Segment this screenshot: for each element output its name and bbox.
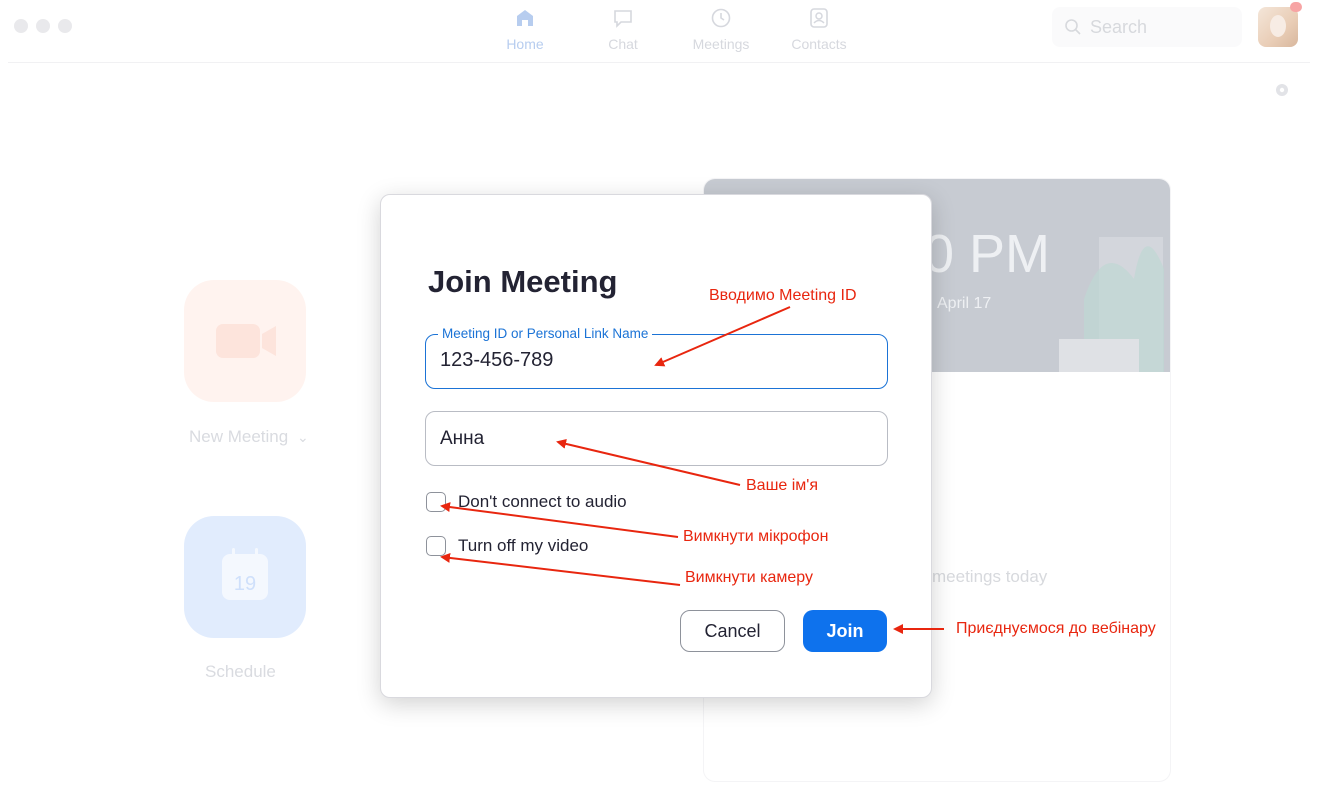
close-window-button[interactable] [14,19,28,33]
annotation-meeting-id: Вводимо Meeting ID [709,287,857,304]
tab-chat-label: Chat [608,36,638,52]
annotation-your-name: Ваше ім'я [746,477,819,494]
meeting-id-label: Meeting ID or Personal Link Name [438,326,653,341]
schedule-button[interactable]: 19 [184,516,306,638]
clock-icon [710,6,732,30]
cancel-button[interactable]: Cancel [680,610,785,652]
gear-icon[interactable] [1274,82,1290,103]
search-input[interactable]: Search [1052,7,1242,47]
header-divider [8,62,1310,63]
chevron-down-icon[interactable]: ⌄ [297,429,309,445]
annotation-mic-off: Вимкнути мікрофон [683,528,829,545]
tab-contacts[interactable]: Contacts [770,6,868,52]
window-controls [14,19,72,33]
notification-badge [1290,2,1302,12]
top-navigation: Home Chat Meetings Contacts [476,6,868,52]
tab-meetings[interactable]: Meetings [672,6,770,52]
dont-connect-audio-checkbox[interactable]: Don't connect to audio [426,492,627,512]
tab-home[interactable]: Home [476,6,574,52]
minimize-window-button[interactable] [36,19,50,33]
name-value[interactable]: Анна [440,428,484,450]
tab-contacts-label: Contacts [791,36,847,52]
turn-off-video-checkbox[interactable]: Turn off my video [426,536,588,556]
checkbox-label: Turn off my video [458,536,589,555]
join-meeting-dialog: Join Meeting Meeting ID or Personal Link… [380,194,932,698]
zoom-window-button[interactable] [58,19,72,33]
meeting-id-value[interactable]: 123-456-789 [440,349,553,372]
schedule-label: Schedule [205,662,276,681]
chat-icon [612,6,634,30]
checkbox-box[interactable] [426,492,446,512]
zoom-app-window: Home Chat Meetings Contacts Search New M… [0,0,1320,785]
no-meetings-text: meetings today [932,567,1048,586]
dialog-title: Join Meeting [428,264,618,299]
checkbox-label: Don't connect to audio [458,492,627,511]
avatar[interactable] [1258,7,1298,47]
tab-home-label: Home [506,36,544,52]
calendar-icon: 19 [222,548,268,600]
annotation-camera-off: Вимкнути камеру [685,569,814,586]
tab-meetings-label: Meetings [692,36,750,52]
join-button[interactable]: Join [803,610,887,652]
search-placeholder: Search [1090,16,1148,37]
annotation-join-webinar: Приєднуємося до вебінару [956,620,1156,637]
search-icon [1064,18,1082,36]
contacts-icon [808,6,830,30]
new-meeting-label[interactable]: New Meeting ⌄ [189,427,309,447]
video-camera-icon [216,324,276,358]
name-field[interactable]: Анна [425,411,888,466]
new-meeting-button[interactable] [184,280,306,402]
checkbox-box[interactable] [426,536,446,556]
meeting-id-field[interactable]: Meeting ID or Personal Link Name 123-456… [425,326,888,389]
calendar-day: 19 [234,573,256,595]
tab-chat[interactable]: Chat [574,6,672,52]
home-icon [515,6,535,30]
